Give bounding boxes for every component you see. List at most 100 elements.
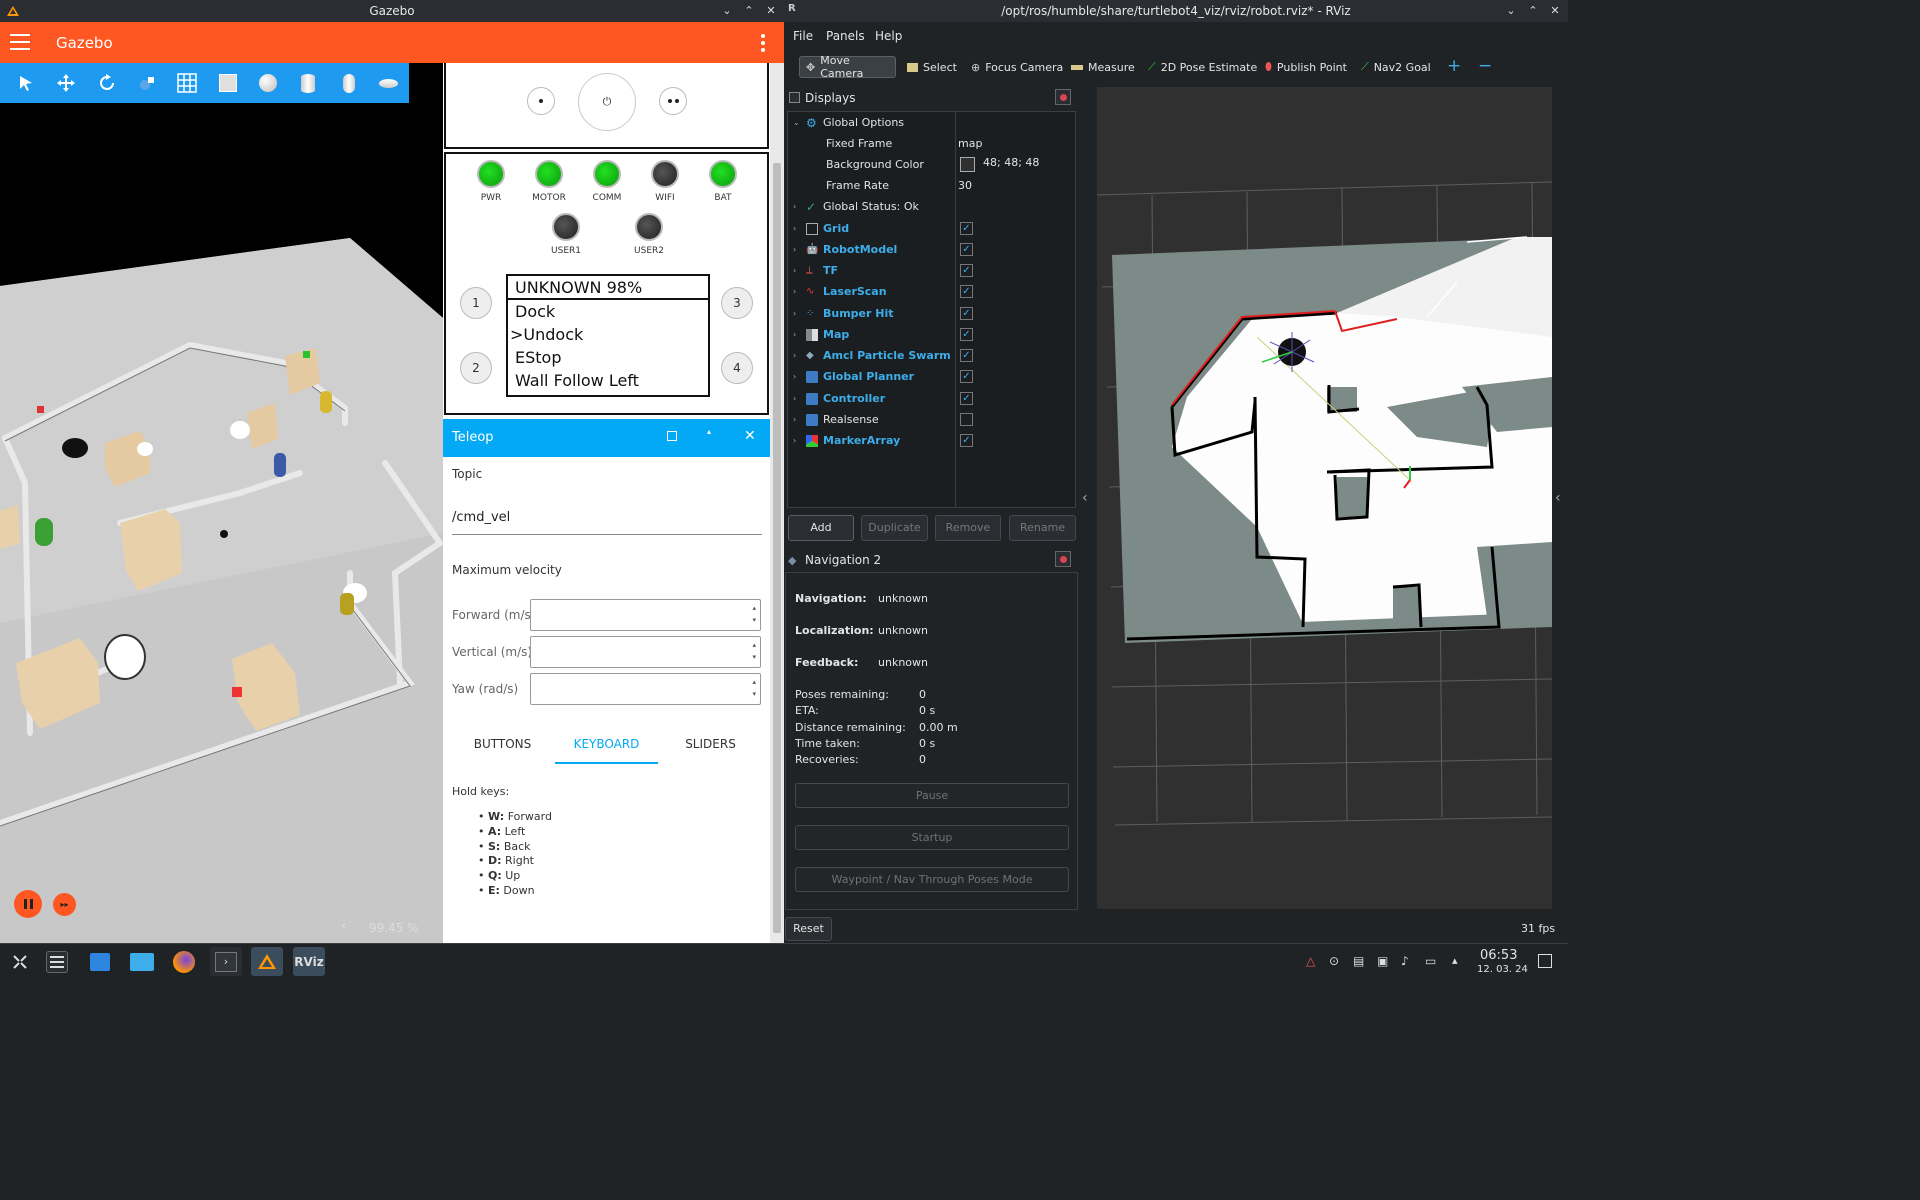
select-mode-icon[interactable]	[6, 63, 46, 103]
teleop-header[interactable]: Teleop ▴ ✕	[443, 419, 770, 457]
gazebo-taskbar-icon[interactable]	[251, 947, 283, 976]
hmi-button-2[interactable]: 2	[460, 352, 492, 384]
expand-arrow-icon[interactable]: ›	[793, 372, 796, 381]
menu-help[interactable]: Help	[875, 29, 902, 43]
pose-estimate-tool[interactable]: ⟋ 2D Pose Estimate	[1142, 56, 1263, 78]
button-one-dot[interactable]	[527, 87, 555, 115]
add-display-button[interactable]: Add	[788, 515, 854, 541]
expand-arrow-icon[interactable]: ›	[793, 351, 796, 360]
yaw-velocity-input[interactable]: ▴ ▾	[530, 673, 761, 705]
scrollbar-thumb[interactable]	[773, 163, 781, 933]
tray-expand-icon[interactable]: ▴	[1452, 954, 1468, 970]
tree-row-markerarray[interactable]: › MarkerArray ✓	[789, 430, 1074, 451]
expand-arrow-icon[interactable]: ⌄	[793, 118, 800, 127]
terminal-icon[interactable]: ›	[210, 947, 242, 976]
minimize-icon[interactable]: ⌄	[1504, 3, 1518, 17]
waypoint-mode-button[interactable]: Waypoint / Nav Through Poses Mode	[795, 867, 1069, 892]
expand-arrow-icon[interactable]: ›	[793, 436, 796, 445]
color-swatch[interactable]	[960, 157, 975, 172]
display-checkbox[interactable]: ✓	[960, 328, 973, 341]
publish-point-tool[interactable]: ⬮ Publish Point	[1259, 56, 1353, 78]
tree-row-bumper-hit[interactable]: › ⁘ Bumper Hit ✓	[789, 303, 1074, 324]
minimize-icon[interactable]: ⌄	[720, 3, 734, 17]
tree-row-tf[interactable]: › ⟂ TF ✓	[789, 260, 1074, 281]
tree-row-frame-rate[interactable]: Frame Rate 30	[789, 175, 1074, 196]
maximize-icon[interactable]: ⌃	[1526, 3, 1540, 17]
tab-sliders[interactable]: SLIDERS	[659, 734, 762, 764]
expand-arrow-icon[interactable]: ›	[793, 394, 796, 403]
volume-icon[interactable]: ♪	[1401, 954, 1417, 970]
topic-input[interactable]: /cmd_vel	[452, 510, 762, 535]
add-tool-icon[interactable]: +	[1447, 56, 1461, 76]
tree-row-amcl[interactable]: › ◆ Amcl Particle Swarm ✓	[789, 345, 1074, 366]
updates-icon[interactable]: ⊙	[1329, 954, 1345, 970]
display-checkbox[interactable]: ✓	[960, 434, 973, 447]
rviz-titlebar[interactable]: R /opt/ros/humble/share/turtlebot4_viz/r…	[784, 0, 1568, 22]
spin-arrows-icon[interactable]: ▴ ▾	[752, 639, 756, 663]
display-checkbox[interactable]	[960, 413, 973, 426]
network-icon[interactable]: ▭	[1425, 954, 1441, 970]
expand-arrow-icon[interactable]: ›	[793, 266, 796, 275]
rviz-taskbar-icon[interactable]: RViz	[293, 947, 325, 976]
tree-row-fixed-frame[interactable]: Fixed Frame map	[789, 133, 1074, 154]
menu-file[interactable]: File	[793, 29, 813, 43]
button-two-dots[interactable]	[659, 87, 687, 115]
remove-display-button[interactable]: Remove	[935, 515, 1001, 541]
cylinder-shape-icon[interactable]	[288, 63, 328, 103]
hmi-button-3[interactable]: 3	[721, 287, 753, 319]
step-button[interactable]: ▸▸	[53, 893, 76, 916]
maximize-panel-icon[interactable]	[667, 431, 677, 441]
expand-arrow-icon[interactable]: ›	[793, 245, 796, 254]
display-checkbox[interactable]: ✓	[960, 370, 973, 383]
pause-nav-button[interactable]: Pause	[795, 783, 1069, 808]
show-desktop-icon[interactable]	[1538, 954, 1552, 968]
collapse-right-dock-icon[interactable]: ‹	[1555, 490, 1561, 506]
gazebo-titlebar[interactable]: Gazebo ⌄ ⌃ ✕	[0, 0, 784, 22]
more-options-icon[interactable]	[761, 34, 765, 52]
pause-button[interactable]	[14, 890, 42, 918]
sphere-shape-icon[interactable]	[248, 63, 288, 103]
display-checkbox[interactable]: ✓	[960, 243, 973, 256]
ellipsoid-shape-icon[interactable]	[369, 63, 409, 103]
remove-tool-icon[interactable]: −	[1478, 56, 1492, 76]
display-checkbox[interactable]: ✓	[960, 264, 973, 277]
measure-tool[interactable]: Measure	[1065, 56, 1141, 78]
forward-velocity-input[interactable]: ▴ ▾	[530, 599, 761, 631]
panel-scrollbar[interactable]	[770, 63, 784, 943]
box-shape-icon[interactable]	[207, 63, 247, 103]
clock-date[interactable]: 12. 03. 24	[1477, 964, 1528, 975]
vertical-velocity-input[interactable]: ▴ ▾	[530, 636, 761, 668]
display-checkbox[interactable]: ✓	[960, 285, 973, 298]
tree-row-robotmodel[interactable]: › 🤖 RobotModel ✓	[789, 239, 1074, 260]
expand-arrow-icon[interactable]: ›	[793, 309, 796, 318]
nav2-close-button[interactable]	[1055, 551, 1071, 567]
maximize-icon[interactable]: ⌃	[742, 3, 756, 17]
tree-row-map[interactable]: › Map ✓	[789, 324, 1074, 345]
close-icon[interactable]: ✕	[1548, 3, 1562, 17]
collapse-left-dock-icon[interactable]: ‹	[1082, 490, 1088, 506]
file-manager-icon[interactable]	[126, 947, 158, 976]
collapse-panel-icon[interactable]: ▴	[707, 427, 711, 436]
rotate-mode-icon[interactable]	[87, 63, 127, 103]
scale-mode-icon[interactable]	[127, 63, 167, 103]
close-panel-icon[interactable]: ✕	[744, 428, 756, 444]
display-checkbox[interactable]: ✓	[960, 392, 973, 405]
app-launcher-icon[interactable]	[4, 947, 36, 976]
menu-panels[interactable]: Panels	[826, 29, 865, 43]
rename-display-button[interactable]: Rename	[1009, 515, 1076, 541]
nav2-goal-tool[interactable]: ⟋ Nav2 Goal	[1355, 56, 1437, 78]
discover-store-icon[interactable]	[84, 947, 116, 976]
notification-alert-icon[interactable]: △	[1306, 954, 1322, 970]
collapse-arrow-icon[interactable]: ‹	[341, 918, 347, 934]
expand-arrow-icon[interactable]: ›	[793, 415, 796, 424]
close-icon[interactable]: ✕	[764, 3, 778, 17]
hamburger-menu-icon[interactable]	[10, 34, 30, 50]
clock-time[interactable]: 06:53	[1480, 948, 1517, 963]
system-settings-icon[interactable]	[41, 947, 73, 976]
startup-button[interactable]: Startup	[795, 825, 1069, 850]
tree-row-global-planner[interactable]: › Global Planner ✓	[789, 366, 1074, 387]
expand-arrow-icon[interactable]: ›	[793, 287, 796, 296]
firefox-icon[interactable]	[168, 947, 200, 976]
capsule-shape-icon[interactable]	[328, 63, 368, 103]
display-checkbox[interactable]: ✓	[960, 222, 973, 235]
